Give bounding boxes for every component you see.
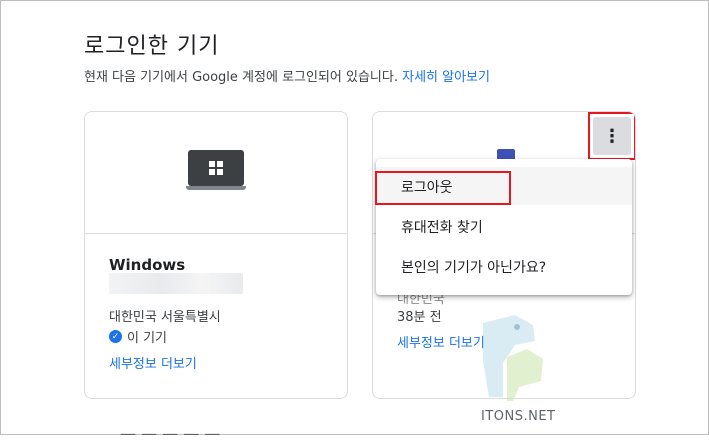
- device-options-menu: 로그아웃 휴대전화 찾기 본인의 기기가 아닌가요?: [375, 159, 632, 295]
- details-link[interactable]: 세부정보 더보기: [109, 353, 197, 372]
- menu-item-signout[interactable]: 로그아웃: [375, 167, 632, 205]
- device-name: Windows: [109, 256, 186, 274]
- learn-more-link[interactable]: 자세히 알아보기: [402, 70, 490, 85]
- watermark-logo-icon: [483, 315, 543, 401]
- menu-item-find-phone[interactable]: 휴대전화 찾기: [376, 207, 632, 245]
- check-circle-icon: ✓: [109, 330, 122, 343]
- device-card-windows[interactable]: Windows 대한민국 서울특별시 ✓ 이 기기 세부정보 더보기: [84, 111, 348, 399]
- device-image-area: [85, 112, 347, 234]
- menu-item-label: 휴대전화 찾기: [401, 220, 483, 236]
- device-detail-redacted: [109, 273, 243, 294]
- phone-icon: [497, 149, 515, 159]
- signout-highlight: [375, 171, 511, 205]
- device-location: 대한민국 서울특별시: [109, 310, 221, 325]
- page-title: 로그인한 기기: [84, 34, 220, 59]
- next-section-title-cut: — — — — —: [120, 424, 221, 443]
- subtitle-text: 현재 다음 기기에서 Google 계정에 로그인되어 있습니다.: [84, 70, 398, 85]
- more-vert-icon[interactable]: ⋮: [593, 117, 631, 155]
- laptop-windows-icon: [186, 150, 246, 190]
- more-options-highlight: ⋮: [588, 112, 635, 160]
- windows-logo-icon: [209, 161, 223, 175]
- page-subtitle: 현재 다음 기기에서 Google 계정에 로그인되어 있습니다. 자세히 알아…: [84, 66, 490, 85]
- menu-item-not-your-device[interactable]: 본인의 기기가 아닌가요?: [376, 247, 632, 285]
- last-active-time: 38분 전: [397, 310, 442, 325]
- this-device-text: 이 기기: [127, 331, 168, 346]
- this-device-label: ✓ 이 기기: [109, 327, 167, 346]
- watermark-text: ITONS.NET: [481, 409, 556, 424]
- menu-item-label: 본인의 기기가 아닌가요?: [401, 260, 547, 276]
